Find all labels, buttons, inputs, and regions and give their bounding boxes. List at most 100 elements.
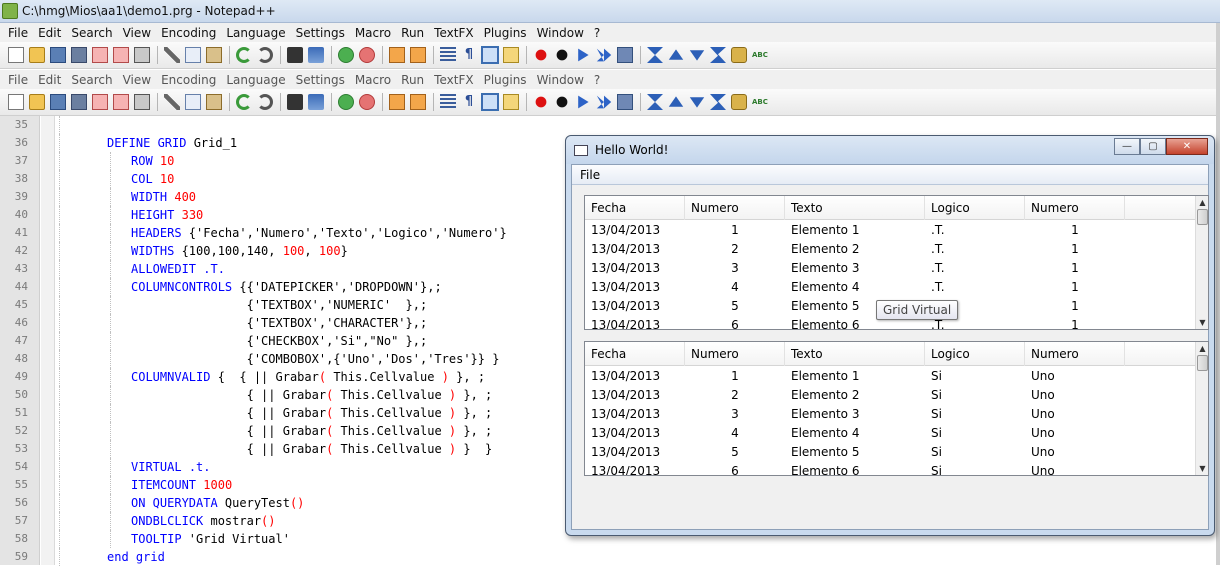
menu-file[interactable]: File bbox=[580, 168, 600, 182]
copy-icon[interactable] bbox=[185, 47, 201, 63]
table-cell[interactable]: 2 bbox=[685, 386, 785, 405]
menu-run[interactable]: Run bbox=[397, 73, 430, 87]
table-cell[interactable]: Uno bbox=[1025, 443, 1125, 462]
close-all-icon[interactable] bbox=[113, 47, 129, 63]
table-cell[interactable]: 5 bbox=[685, 443, 785, 462]
code-line[interactable]: 35 bbox=[0, 116, 1220, 134]
scroll-up-icon[interactable]: ▲ bbox=[1196, 342, 1208, 355]
virtual-grid-2[interactable]: Fecha Numero Texto Logico Numero 13/04/2013 1 E… bbox=[584, 341, 1209, 476]
table-cell[interactable]: 6 bbox=[685, 316, 785, 329]
find-icon[interactable] bbox=[287, 47, 303, 63]
table-cell[interactable]: Elemento 2 bbox=[785, 240, 925, 259]
column-header-logico[interactable]: Logico bbox=[925, 342, 1025, 366]
sync-v-icon[interactable] bbox=[389, 47, 405, 63]
table-cell[interactable]: Elemento 2 bbox=[785, 386, 925, 405]
table-cell[interactable]: Elemento 1 bbox=[785, 221, 925, 240]
menu-help[interactable]: ? bbox=[590, 26, 606, 40]
redo-icon[interactable] bbox=[257, 94, 273, 110]
replace-icon[interactable] bbox=[308, 47, 324, 63]
scroll-thumb[interactable] bbox=[1197, 355, 1208, 371]
menu-file[interactable]: File bbox=[4, 73, 34, 87]
grid-vertical-scrollbar[interactable]: ▲ ▼ bbox=[1195, 342, 1208, 475]
close-icon[interactable] bbox=[92, 47, 108, 63]
sync-v-icon[interactable] bbox=[389, 94, 405, 110]
paste-icon[interactable] bbox=[206, 94, 222, 110]
menu-plugins[interactable]: Plugins bbox=[480, 26, 533, 40]
table-cell[interactable]: Uno bbox=[1025, 405, 1125, 424]
user-lang-icon[interactable] bbox=[503, 94, 519, 110]
table-cell[interactable]: 6 bbox=[685, 462, 785, 475]
expand-icon[interactable] bbox=[710, 94, 726, 110]
sync-h-icon[interactable] bbox=[410, 47, 426, 63]
table-cell[interactable]: 13/04/2013 bbox=[585, 386, 685, 405]
replace-icon[interactable] bbox=[308, 94, 324, 110]
table-cell[interactable]: .T. bbox=[925, 278, 1025, 297]
table-cell[interactable]: Elemento 3 bbox=[785, 405, 925, 424]
open-folder-icon[interactable] bbox=[29, 47, 45, 63]
menu-textfx[interactable]: TextFX bbox=[430, 26, 479, 40]
column-header-texto[interactable]: Texto bbox=[785, 196, 925, 220]
cut-icon[interactable] bbox=[164, 94, 180, 110]
table-cell[interactable]: Elemento 3 bbox=[785, 259, 925, 278]
table-cell[interactable]: 1 bbox=[1025, 221, 1125, 240]
close-icon[interactable] bbox=[92, 94, 108, 110]
new-file-icon[interactable] bbox=[8, 94, 24, 110]
print-icon[interactable] bbox=[134, 94, 150, 110]
table-cell[interactable]: 13/04/2013 bbox=[585, 297, 685, 316]
save-macro-icon[interactable] bbox=[617, 94, 633, 110]
table-cell[interactable]: Uno bbox=[1025, 386, 1125, 405]
new-file-icon[interactable] bbox=[8, 47, 24, 63]
table-cell[interactable]: 4 bbox=[685, 278, 785, 297]
table-cell[interactable]: 1 bbox=[685, 367, 785, 386]
table-cell[interactable]: 1 bbox=[1025, 278, 1125, 297]
copy-icon[interactable] bbox=[185, 94, 201, 110]
table-cell[interactable]: Si bbox=[925, 405, 1025, 424]
table-cell[interactable]: Elemento 4 bbox=[785, 278, 925, 297]
show-all-chars-icon[interactable]: ¶ bbox=[461, 94, 477, 110]
table-cell[interactable]: 2 bbox=[685, 240, 785, 259]
table-cell[interactable]: 13/04/2013 bbox=[585, 443, 685, 462]
grid-vertical-scrollbar[interactable]: ▲ ▼ bbox=[1195, 196, 1208, 329]
code-line[interactable]: 59 end grid bbox=[0, 548, 1220, 566]
table-cell[interactable]: 13/04/2013 bbox=[585, 424, 685, 443]
table-cell[interactable]: Elemento 1 bbox=[785, 367, 925, 386]
table-cell[interactable]: Uno bbox=[1025, 462, 1125, 475]
column-header-numero[interactable]: Numero bbox=[1025, 342, 1125, 366]
column-header-logico[interactable]: Logico bbox=[925, 196, 1025, 220]
table-cell[interactable]: .T. bbox=[925, 259, 1025, 278]
indent-guide-icon[interactable] bbox=[481, 93, 499, 111]
indent-guide-icon[interactable] bbox=[481, 46, 499, 64]
table-row[interactable]: 13/04/2013 1 Elemento 1 Si Uno bbox=[585, 367, 1197, 386]
column-header-numero[interactable]: Numero bbox=[685, 196, 785, 220]
menu-textfx[interactable]: TextFX bbox=[430, 73, 479, 87]
play-multiple-icon[interactable] bbox=[596, 48, 612, 62]
stop-record-icon[interactable] bbox=[554, 47, 570, 63]
cut-icon[interactable] bbox=[164, 47, 180, 63]
close-button[interactable]: ✕ bbox=[1166, 138, 1208, 155]
menu-settings[interactable]: Settings bbox=[292, 73, 351, 87]
save-all-icon[interactable] bbox=[71, 94, 87, 110]
table-cell[interactable]: 1 bbox=[1025, 316, 1125, 329]
table-cell[interactable]: .T. bbox=[925, 221, 1025, 240]
column-header-fecha[interactable]: Fecha bbox=[585, 196, 685, 220]
menu-macro[interactable]: Macro bbox=[351, 26, 397, 40]
table-cell[interactable]: Elemento 5 bbox=[785, 443, 925, 462]
play-macro-icon[interactable] bbox=[578, 48, 589, 62]
table-cell[interactable]: 13/04/2013 bbox=[585, 316, 685, 329]
spellcheck-icon[interactable]: ABC bbox=[752, 94, 768, 110]
down-icon[interactable] bbox=[689, 97, 705, 108]
menu-macro[interactable]: Macro bbox=[351, 73, 397, 87]
table-cell[interactable]: 13/04/2013 bbox=[585, 462, 685, 475]
print-icon[interactable] bbox=[134, 47, 150, 63]
menu-search[interactable]: Search bbox=[67, 73, 118, 87]
save-macro-icon[interactable] bbox=[617, 47, 633, 63]
table-row[interactable]: 13/04/2013 2 Elemento 2 .T. 1 bbox=[585, 240, 1197, 259]
table-cell[interactable]: 1 bbox=[1025, 297, 1125, 316]
zoom-in-icon[interactable] bbox=[338, 94, 354, 110]
menu-view[interactable]: View bbox=[119, 73, 157, 87]
scroll-thumb[interactable] bbox=[1197, 209, 1208, 225]
word-wrap-icon[interactable] bbox=[440, 47, 456, 63]
maximize-button[interactable]: ▢ bbox=[1140, 138, 1166, 155]
record-macro-icon[interactable] bbox=[533, 47, 549, 63]
menu-language[interactable]: Language bbox=[222, 73, 291, 87]
